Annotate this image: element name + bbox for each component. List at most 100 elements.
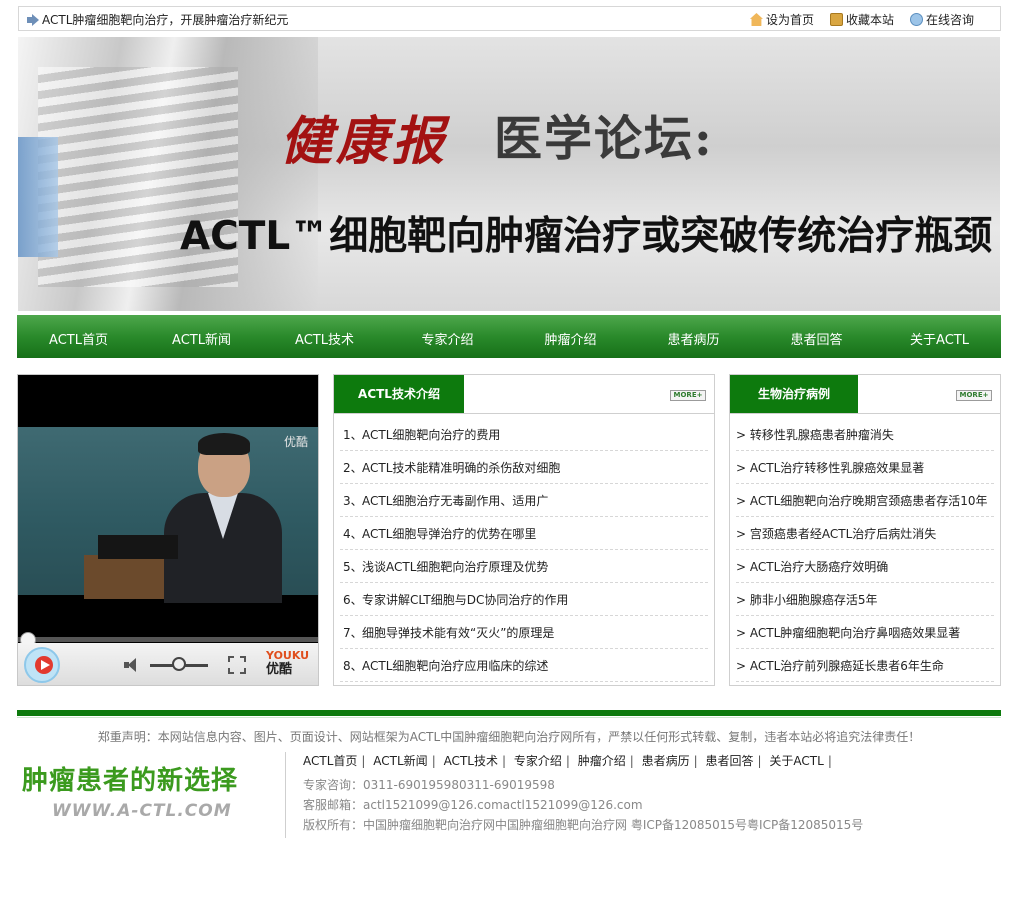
banner-title-red: 健康报 (280, 111, 449, 172)
item-number: 8、 (343, 659, 363, 673)
item-link[interactable]: ACTL细胞靶向治疗应用临床的综述 (362, 659, 548, 673)
list-item[interactable]: 3、ACTL细胞治疗无毒副作用、适用广 (340, 484, 708, 517)
item-link[interactable]: 专家讲解CLT细胞与DC协同治疗的作用 (362, 593, 568, 607)
list-item[interactable]: 7、细胞导弹技术能有效“灭火”的原理是 (340, 616, 708, 649)
list-item[interactable]: > ACTL治疗前列腺癌延长患者6年生命 (736, 649, 994, 682)
video-controls: YOUKU 优酷 (18, 643, 318, 685)
footer-vertical-divider (285, 752, 286, 838)
bookmark-icon (829, 13, 843, 26)
site-slogan: ACTL肿瘤细胞靶向治疗，开展肿瘤治疗新纪元 (27, 11, 288, 28)
item-link[interactable]: ACTL技术能精准明确的杀伤敌对细胞 (362, 461, 560, 475)
fullscreen-icon[interactable] (228, 656, 246, 674)
online-consult-label: 在线咨询 (925, 13, 974, 27)
tech-panel-header: ACTL技术介绍 MORE+ (334, 375, 714, 414)
footer-link-cases[interactable]: 患者病历 (642, 754, 690, 768)
list-item[interactable]: > 宫颈癌患者经ACTL治疗后病灶消失 (736, 517, 994, 550)
banner-headline: ACTL™细胞靶向肿瘤治疗或突破传统治疗瓶颈 (180, 214, 993, 259)
item-link[interactable]: > 宫颈癌患者经ACTL治疗后病灶消失 (736, 527, 936, 541)
item-link[interactable]: ACTL细胞靶向治疗的费用 (362, 428, 500, 442)
footer-logo-slogan: 肿瘤患者的新选择 (22, 766, 239, 796)
list-item[interactable]: > ACTL细胞靶向治疗晚期宫颈癌患者存活10年 (736, 484, 994, 517)
footer-link-tech[interactable]: ACTL技术 (444, 754, 498, 768)
item-number: 4、 (343, 527, 363, 541)
list-item[interactable]: > ACTL治疗转移性乳腺癌效果显著 (736, 451, 994, 484)
list-item[interactable]: 6、专家讲解CLT细胞与DC协同治疗的作用 (340, 583, 708, 616)
footer-logo: 肿瘤患者的新选择 WWW.A-CTL.COM (22, 760, 238, 821)
top-links: 设为首页 收藏本站 在线咨询 (749, 11, 974, 28)
list-item[interactable]: 8、ACTL细胞靶向治疗应用临床的综述 (340, 649, 708, 682)
nav-item-tumors[interactable]: 肿瘤介绍 (509, 315, 632, 358)
item-number: 5、 (343, 560, 363, 574)
video-frame[interactable]: 优酷 (18, 427, 318, 603)
bookmark-link[interactable]: 收藏本站 (829, 11, 894, 28)
tech-panel-title: ACTL技术介绍 (334, 375, 464, 413)
speaker-hair (198, 433, 250, 455)
set-homepage-label: 设为首页 (765, 13, 814, 27)
footer-links: ACTL首页 | ACTL新闻 | ACTL技术 | 专家介绍 | 肿瘤介绍 | 患者病历… (303, 754, 832, 768)
list-item[interactable]: > 转移性乳腺癌患者肿瘤消失 (736, 418, 994, 451)
volume-knob[interactable] (172, 657, 186, 671)
footer-divider-thin (17, 717, 1001, 718)
nav-item-cases[interactable]: 患者病历 (632, 315, 755, 358)
case-more-button[interactable]: MORE+ (956, 390, 992, 401)
footer-link-tumors[interactable]: 肿瘤介绍 (578, 754, 626, 768)
list-item[interactable]: 5、浅谈ACTL细胞靶向治疗原理及优势 (340, 550, 708, 583)
item-link[interactable]: > ACTL细胞靶向治疗晚期宫颈癌患者存活10年 (736, 494, 988, 508)
item-number: 1、 (343, 428, 363, 442)
case-list: > 转移性乳腺癌患者肿瘤消失 > ACTL治疗转移性乳腺癌效果显著 > ACTL… (730, 414, 1000, 682)
list-item[interactable]: 1、ACTL细胞靶向治疗的费用 (340, 418, 708, 451)
footer-divider (17, 710, 1001, 716)
list-item[interactable]: 4、ACTL细胞导弹治疗的优势在哪里 (340, 517, 708, 550)
footer-link-experts[interactable]: 专家介绍 (514, 754, 562, 768)
item-number: 2、 (343, 461, 363, 475)
play-button[interactable] (24, 647, 60, 683)
volume-icon[interactable] (124, 658, 142, 672)
case-panel: 生物治疗病例 MORE+ > 转移性乳腺癌患者肿瘤消失 > ACTL治疗转移性乳… (729, 374, 1001, 686)
arrow-right-icon (27, 13, 39, 26)
item-link[interactable]: > 转移性乳腺癌患者肿瘤消失 (736, 428, 894, 442)
item-link[interactable]: ACTL细胞导弹治疗的优势在哪里 (362, 527, 536, 541)
set-homepage-link[interactable]: 设为首页 (749, 11, 814, 28)
footer-link-home[interactable]: ACTL首页 (303, 754, 357, 768)
footer-disclaimer: 郑重声明：本网站信息内容、图片、页面设计、网站框架为ACTL中国肿瘤细胞靶向治疗… (97, 730, 921, 744)
hero-banner[interactable]: 健康报 医学论坛: ACTL™细胞靶向肿瘤治疗或突破传统治疗瓶颈 (18, 37, 1000, 311)
item-link[interactable]: > ACTL肿瘤细胞靶向治疗鼻咽癌效果显著 (736, 626, 960, 640)
list-item[interactable]: > ACTL治疗大肠癌疗效明确 (736, 550, 994, 583)
site-slogan-text: ACTL肿瘤细胞靶向治疗，开展肿瘤治疗新纪元 (42, 13, 289, 27)
item-link[interactable]: > ACTL治疗大肠癌疗效明确 (736, 560, 888, 574)
nav-item-experts[interactable]: 专家介绍 (386, 315, 509, 358)
footer-link-answers[interactable]: 患者回答 (706, 754, 754, 768)
video-progress-bar[interactable] (18, 637, 318, 642)
bookmark-label: 收藏本站 (845, 13, 894, 27)
item-link[interactable]: ACTL细胞治疗无毒副作用、适用广 (362, 494, 548, 508)
footer-copyright: 版权所有：中国肿瘤细胞靶向治疗网中国肿瘤细胞靶向治疗网 粤ICP备1208501… (303, 818, 864, 832)
nav-item-answers[interactable]: 患者回答 (755, 315, 878, 358)
item-link[interactable]: > 肺非小细胞腺癌存活5年 (736, 593, 878, 607)
list-item[interactable]: > 肺非小细胞腺癌存活5年 (736, 583, 994, 616)
play-icon (41, 660, 50, 670)
footer-phone: 专家咨询：0311-690195980311-69019598 (303, 778, 555, 792)
item-link[interactable]: 浅谈ACTL细胞靶向治疗原理及优势 (362, 560, 548, 574)
tech-panel: ACTL技术介绍 MORE+ 1、ACTL细胞靶向治疗的费用 2、ACTL技术能… (333, 374, 715, 686)
list-item[interactable]: 2、ACTL技术能精准明确的杀伤敌对细胞 (340, 451, 708, 484)
list-item[interactable]: > ACTL肿瘤细胞靶向治疗鼻咽癌效果显著 (736, 616, 994, 649)
nav-item-tech[interactable]: ACTL技术 (263, 315, 386, 358)
chat-icon (909, 13, 923, 26)
item-link[interactable]: > ACTL治疗转移性乳腺癌效果显著 (736, 461, 924, 475)
item-number: 7、 (343, 626, 363, 640)
online-consult-link[interactable]: 在线咨询 (909, 11, 974, 28)
banner-title-gray: 医学论坛: (494, 111, 714, 167)
footer-link-news[interactable]: ACTL新闻 (373, 754, 427, 768)
footer-link-about[interactable]: 关于ACTL (769, 754, 823, 768)
item-link[interactable]: 细胞导弹技术能有效“灭火”的原理是 (362, 626, 554, 640)
video-player[interactable]: 优酷 YOUKU 优酷 (17, 374, 319, 686)
nav-item-about[interactable]: 关于ACTL (878, 315, 1001, 358)
case-panel-title: 生物治疗病例 (730, 375, 858, 413)
nav-item-news[interactable]: ACTL新闻 (140, 315, 263, 358)
laptop-shape (98, 535, 178, 559)
footer-info: ACTL首页 | ACTL新闻 | ACTL技术 | 专家介绍 | 肿瘤介绍 | 患者病历… (303, 752, 863, 835)
item-link[interactable]: > ACTL治疗前列腺癌延长患者6年生命 (736, 659, 944, 673)
item-number: 3、 (343, 494, 363, 508)
tech-more-button[interactable]: MORE+ (670, 390, 706, 401)
nav-item-home[interactable]: ACTL首页 (17, 315, 140, 358)
